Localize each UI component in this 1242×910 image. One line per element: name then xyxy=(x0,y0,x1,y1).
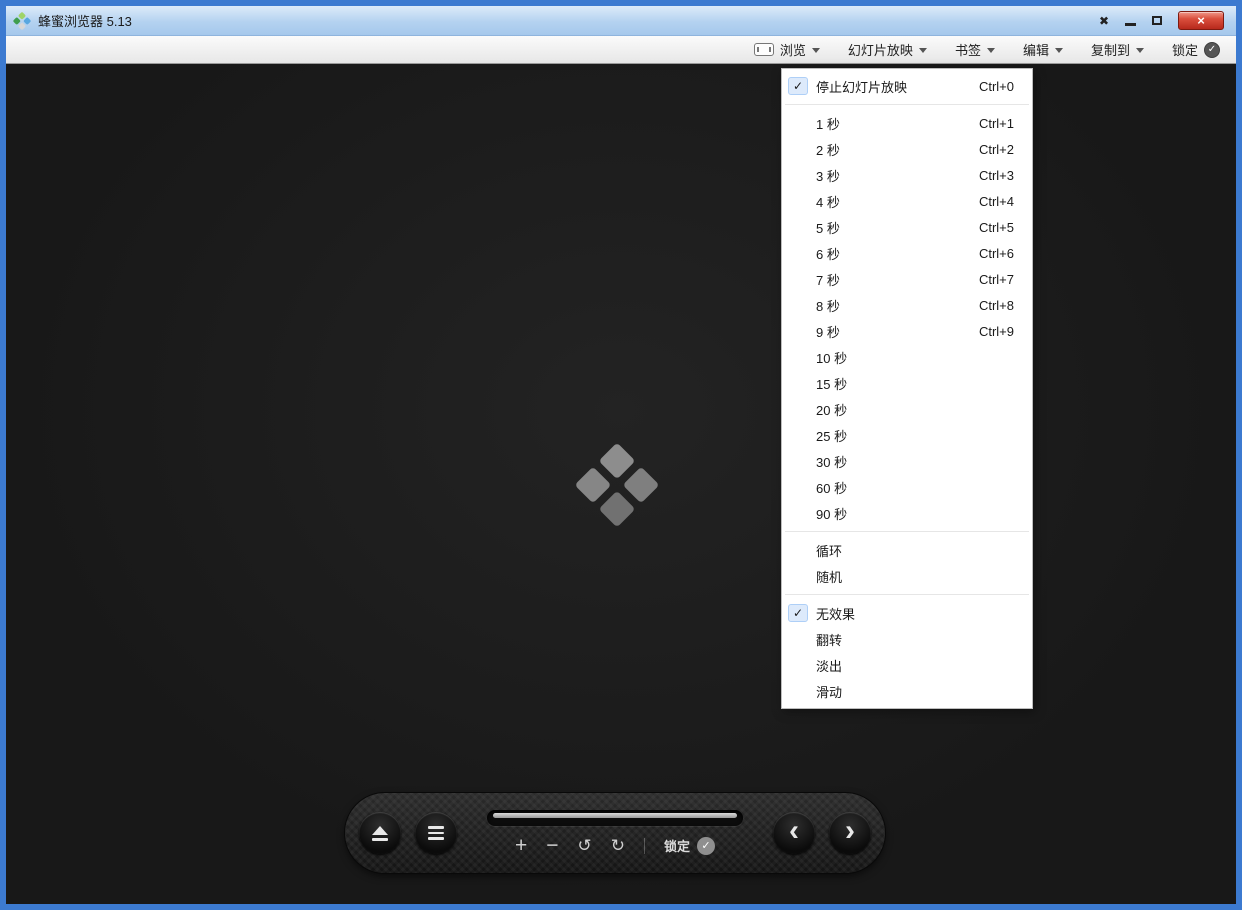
menu-item-no-effect[interactable]: ✓ 无效果 xyxy=(782,600,1032,626)
menu-item-15s[interactable]: 15 秒 xyxy=(782,370,1032,396)
open-file-button[interactable] xyxy=(359,812,401,854)
window-controls: ✖ × xyxy=(1099,11,1228,30)
chevron-down-icon xyxy=(1135,48,1144,53)
menu-separator xyxy=(785,531,1029,532)
browse-menu-button[interactable]: 浏览 xyxy=(753,40,820,59)
bookmarks-menu-button[interactable]: 书签 xyxy=(955,40,995,59)
menu-item-25s[interactable]: 25 秒 xyxy=(782,422,1032,448)
pin-button[interactable]: ✖ xyxy=(1099,15,1109,27)
close-button[interactable]: × xyxy=(1178,11,1224,30)
menu-item-90s[interactable]: 90 秒 xyxy=(782,500,1032,526)
menu-separator xyxy=(785,104,1029,105)
menu-item-7s[interactable]: 7 秒 Ctrl+7 xyxy=(782,266,1032,292)
menu-item-stop-slideshow[interactable]: ✓ 停止幻灯片放映 Ctrl+0 xyxy=(782,73,1032,99)
slideshow-dropdown-menu: ✓ 停止幻灯片放映 Ctrl+0 1 秒 Ctrl+1 2 秒 Ctrl+2 3… xyxy=(781,68,1033,709)
title-bar: 蜂蜜浏览器 5.13 ✖ × xyxy=(6,6,1236,36)
hamburger-icon xyxy=(428,826,444,829)
rotate-left-button[interactable]: ↺ xyxy=(578,837,592,854)
eject-icon xyxy=(372,825,388,835)
chevron-down-icon xyxy=(918,48,927,53)
copy-to-menu-button[interactable]: 复制到 xyxy=(1091,40,1144,59)
menu-item-1s[interactable]: 1 秒 Ctrl+1 xyxy=(782,110,1032,136)
edit-menu-button[interactable]: 编辑 xyxy=(1023,40,1063,59)
slideshow-menu-button[interactable]: 幻灯片放映 xyxy=(848,40,927,59)
osd-lock-toggle[interactable]: 锁定 ✓ xyxy=(664,836,716,855)
menu-item-slide[interactable]: 滑动 xyxy=(782,678,1032,704)
check-icon: ✓ xyxy=(788,604,808,622)
maximize-button[interactable] xyxy=(1152,16,1162,25)
menu-item-random[interactable]: 随机 xyxy=(782,563,1032,589)
menu-item-flip[interactable]: 翻转 xyxy=(782,626,1032,652)
rotate-right-button[interactable]: ↻ xyxy=(611,837,625,854)
check-badge-icon: ✓ xyxy=(697,836,716,855)
menu-item-30s[interactable]: 30 秒 xyxy=(782,448,1032,474)
menu-item-10s[interactable]: 10 秒 xyxy=(782,344,1032,370)
window-title: 蜂蜜浏览器 5.13 xyxy=(38,14,132,29)
chevron-down-icon xyxy=(811,48,820,53)
menu-item-4s[interactable]: 4 秒 Ctrl+4 xyxy=(782,188,1032,214)
position-slider[interactable] xyxy=(487,810,743,826)
lock-label: 锁定 xyxy=(1171,43,1198,58)
copy-to-label: 复制到 xyxy=(1090,43,1130,58)
minimize-button[interactable] xyxy=(1125,23,1136,26)
app-logo-icon xyxy=(12,11,32,30)
app-watermark-logo xyxy=(574,442,660,528)
next-image-button[interactable]: › xyxy=(829,812,871,854)
menu-item-6s[interactable]: 6 秒 Ctrl+6 xyxy=(782,240,1032,266)
chevron-down-icon xyxy=(986,48,995,53)
main-toolbar: 浏览 幻灯片放映 书签 编辑 复制到 锁定 ✓ xyxy=(6,36,1236,64)
browse-label: 浏览 xyxy=(779,43,806,58)
chevron-left-icon: ‹ xyxy=(789,814,799,847)
divider xyxy=(644,837,645,854)
menu-item-5s[interactable]: 5 秒 Ctrl+5 xyxy=(782,214,1032,240)
osd-buttons-row: + − ↺ ↻ 锁定 ✓ xyxy=(487,835,743,856)
lock-toggle[interactable]: 锁定 ✓ xyxy=(1172,40,1220,59)
menu-item-3s[interactable]: 3 秒 Ctrl+3 xyxy=(782,162,1032,188)
check-icon: ✓ xyxy=(788,77,808,95)
osd-middle: + − ↺ ↻ 锁定 ✓ xyxy=(471,810,759,856)
app-window: 蜂蜜浏览器 5.13 ✖ × 浏览 幻灯片放映 书签 编辑 复制到 锁定 ✓ ✓… xyxy=(0,0,1242,910)
menu-item-9s[interactable]: 9 秒 Ctrl+9 xyxy=(782,318,1032,344)
menu-item-fade[interactable]: 淡出 xyxy=(782,652,1032,678)
previous-image-button[interactable]: ‹ xyxy=(773,812,815,854)
menu-item-60s[interactable]: 60 秒 xyxy=(782,474,1032,500)
osd-lock-label: 锁定 xyxy=(664,839,691,854)
slider-track-fill xyxy=(493,813,737,818)
zoom-out-button[interactable]: − xyxy=(546,835,558,856)
menu-button[interactable] xyxy=(415,812,457,854)
menu-item-20s[interactable]: 20 秒 xyxy=(782,396,1032,422)
menu-separator xyxy=(785,594,1029,595)
menu-item-2s[interactable]: 2 秒 Ctrl+2 xyxy=(782,136,1032,162)
menu-item-loop[interactable]: 循环 xyxy=(782,537,1032,563)
zoom-in-button[interactable]: + xyxy=(515,835,527,856)
chevron-down-icon xyxy=(1054,48,1063,53)
slideshow-label: 幻灯片放映 xyxy=(847,43,913,58)
check-badge-icon: ✓ xyxy=(1204,41,1220,58)
chevron-right-icon: › xyxy=(845,814,855,847)
menu-item-8s[interactable]: 8 秒 Ctrl+8 xyxy=(782,292,1032,318)
bookmarks-label: 书签 xyxy=(954,43,981,58)
edit-label: 编辑 xyxy=(1022,43,1049,58)
osd-control-bar: + − ↺ ↻ 锁定 ✓ ‹ › xyxy=(345,793,885,873)
view-mode-icon xyxy=(753,43,774,56)
